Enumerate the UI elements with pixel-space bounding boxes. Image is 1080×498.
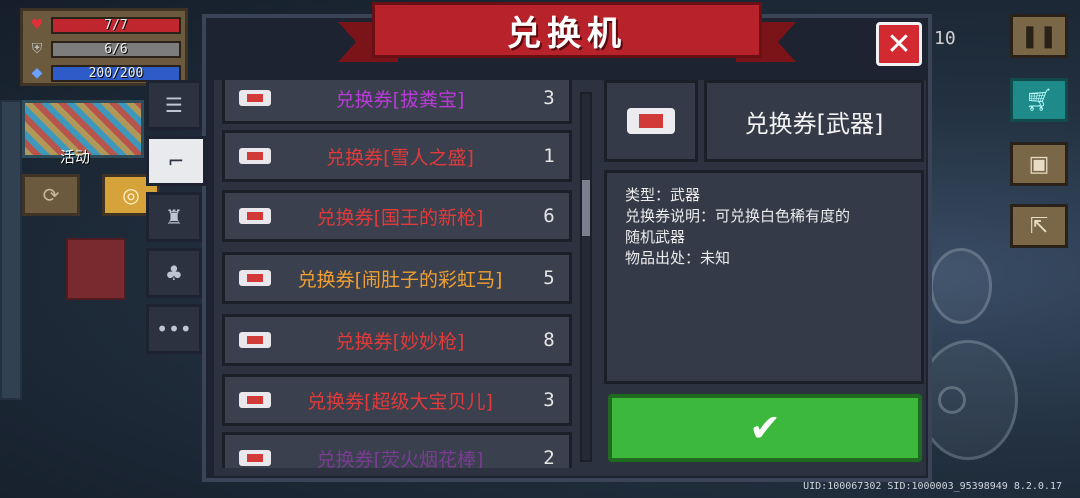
list-item[interactable]: 兑换券[闹肚子的彩虹马] 5	[222, 252, 572, 304]
energy-icon: ◆	[31, 65, 43, 81]
plant-icon: ♣	[165, 261, 183, 285]
detail-title: 兑换券[武器]	[704, 80, 924, 162]
ticket-icon	[239, 392, 271, 408]
hp-bar: 7/7	[51, 16, 181, 34]
exit-button[interactable]: ⇱	[1010, 204, 1068, 248]
detail-source: 物品出处：未知	[625, 249, 731, 267]
confirm-button[interactable]: ✔	[608, 394, 922, 462]
weapon-pickup-icon[interactable]	[66, 238, 126, 300]
shop-button[interactable]: 🛒︎	[1010, 78, 1068, 122]
hp-row: ♥ 7/7	[27, 14, 181, 36]
item-name: 兑换券[拔粪宝]	[335, 88, 465, 111]
gun-icon: ⌐	[167, 149, 185, 173]
scroll-thumb[interactable]	[582, 180, 590, 236]
location-icon: ◎	[122, 183, 140, 207]
ticket-icon	[239, 148, 271, 164]
event-label: 活动	[60, 148, 91, 166]
item-qty: 8	[543, 329, 555, 351]
tab-more[interactable]: •••	[146, 304, 202, 354]
skill-button[interactable]	[930, 248, 992, 324]
item-qty: 3	[543, 87, 555, 109]
refresh-button[interactable]: ⟳	[22, 174, 80, 216]
refresh-icon: ⟳	[42, 183, 60, 207]
item-qty: 2	[543, 447, 555, 468]
energy-value: 200/200	[88, 65, 144, 81]
armor-value: 6/6	[104, 41, 128, 57]
joystick-knob[interactable]	[938, 386, 966, 414]
dialog-title: 兑换机	[507, 13, 627, 54]
close-button[interactable]: ✕	[876, 22, 922, 66]
weapon-ticket-icon	[627, 108, 675, 134]
ribbon: 兑换机	[372, 2, 762, 58]
title-banner: 兑换机	[338, 2, 796, 62]
item-name: 兑换券[闹肚子的彩虹马]	[297, 268, 503, 291]
player-stats-panel: ♥ 7/7 ⛨ 6/6 ◆ 200/200	[20, 8, 188, 86]
tab-plants[interactable]: ♣	[146, 248, 202, 298]
cart-icon: 🛒︎	[1025, 87, 1053, 113]
list-item[interactable]: 兑换券[荧火烟花棒] 2	[222, 432, 572, 468]
heart-icon: ♥	[30, 17, 44, 33]
pause-button[interactable]: ❚❚	[1010, 14, 1068, 58]
exit-icon: ⇱	[1029, 213, 1049, 239]
check-icon: ✔	[749, 406, 781, 450]
detail-icon-box	[604, 80, 698, 162]
item-qty: 1	[543, 145, 555, 167]
shield-icon: ⛨	[31, 41, 43, 57]
more-icon: •••	[156, 317, 192, 341]
floor-tile	[0, 100, 22, 400]
energy-bar: 200/200	[51, 64, 181, 82]
list-item[interactable]: 兑换券[拔粪宝] 3	[222, 80, 572, 124]
item-name: 兑换券[雪人之盛]	[326, 146, 474, 169]
profile-button[interactable]: ▣	[1010, 142, 1068, 186]
tab-skins[interactable]: ♜	[146, 192, 202, 242]
skin-icon: ♜	[165, 205, 183, 229]
ticket-icon	[239, 332, 271, 348]
list-item[interactable]: 兑换券[妙妙枪] 8	[222, 314, 572, 366]
detail-desc-line2: 随机武器	[625, 228, 686, 246]
list-item[interactable]: 兑换券[超级大宝贝儿] 3	[222, 374, 572, 426]
ticket-icon	[239, 208, 271, 224]
tab-weapons[interactable]: ⌐	[146, 136, 206, 186]
item-name: 兑换券[国王的新枪]	[316, 206, 484, 229]
item-detail-panel: 兑换券[武器] 类型：武器 兑换券说明：可兑换白色稀有度的 随机武器 物品出处：…	[604, 80, 924, 464]
item-name: 兑换券[超级大宝贝儿]	[307, 390, 493, 413]
uid-info: UID:100067302 SID:1000003_95398949 8.2.0…	[803, 481, 1062, 492]
hp-value: 7/7	[104, 17, 128, 33]
item-name: 兑换券[妙妙枪]	[335, 330, 465, 353]
voucher-list[interactable]: 兑换券[拔粪宝] 3 兑换券[雪人之盛] 1 兑换券[国王的新枪] 6 兑换券[…	[218, 80, 596, 468]
ticket-icon	[239, 450, 271, 466]
detail-description: 类型：武器 兑换券说明：可兑换白色稀有度的 随机武器 物品出处：未知	[604, 170, 924, 384]
item-name: 兑换券[荧火烟花棒]	[316, 448, 484, 469]
item-qty: 3	[543, 389, 555, 411]
close-icon: ✕	[886, 26, 912, 62]
list-item[interactable]: 兑换券[雪人之盛] 1	[222, 130, 572, 182]
detail-type: 类型：武器	[625, 186, 701, 204]
coin-count: 10	[934, 28, 956, 49]
detail-desc-line1: 兑换券说明：可兑换白色稀有度的	[625, 207, 851, 225]
ticket-icon	[239, 90, 271, 106]
item-qty: 5	[543, 267, 555, 289]
tab-all[interactable]: ☰	[146, 80, 202, 130]
category-tabs: ☰ ⌐ ♜ ♣ •••	[146, 80, 206, 360]
ticket-icon	[239, 270, 271, 286]
aim-joystick[interactable]	[918, 340, 1018, 460]
armor-row: ⛨ 6/6	[27, 38, 181, 60]
item-qty: 6	[543, 205, 555, 227]
profile-card-icon: ▣	[1028, 151, 1050, 177]
pause-icon: ❚❚	[1020, 23, 1058, 49]
list-item[interactable]: 兑换券[国王的新枪] 6	[222, 190, 572, 242]
armor-bar: 6/6	[51, 40, 181, 58]
list-scrollbar[interactable]	[580, 92, 592, 462]
list-icon: ☰	[165, 93, 183, 117]
